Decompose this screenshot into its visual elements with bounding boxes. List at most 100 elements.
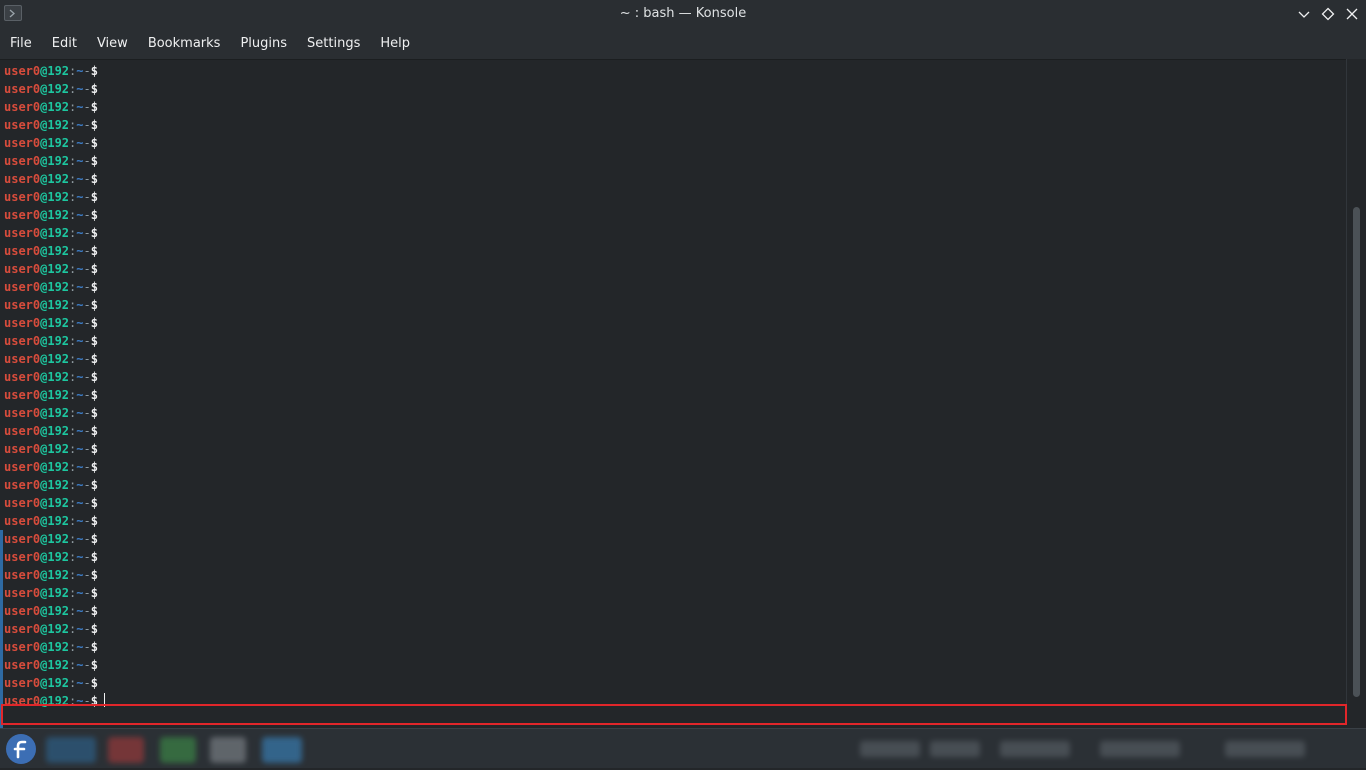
terminal-prompt-line: user0@192:~-$ xyxy=(4,134,105,152)
task-item[interactable] xyxy=(160,737,196,763)
terminal-prompt-line: user0@192:~-$ xyxy=(4,152,105,170)
prompt-separator: - xyxy=(83,460,91,474)
prompt-path: ~ xyxy=(76,424,84,438)
prompt-separator: - xyxy=(83,208,91,222)
scrollbar-thumb[interactable] xyxy=(1353,207,1360,697)
prompt-user: user0 xyxy=(4,622,41,636)
prompt-host: @192 xyxy=(40,100,70,114)
prompt-host: @192 xyxy=(40,154,70,168)
prompt-symbol: $ xyxy=(90,514,98,528)
prompt-host: @192 xyxy=(40,550,70,564)
prompt-user: user0 xyxy=(4,586,41,600)
prompt-separator: - xyxy=(83,658,91,672)
prompt-path: ~ xyxy=(76,334,84,348)
menu-help[interactable]: Help xyxy=(370,29,420,59)
prompt-symbol: $ xyxy=(90,496,98,510)
prompt-symbol: $ xyxy=(90,370,98,384)
terminal-scrollbar[interactable] xyxy=(1346,59,1366,704)
terminal-prompt-line: user0@192:~-$ xyxy=(4,278,105,296)
terminal-prompt-line: user0@192:~-$ xyxy=(4,584,105,602)
prompt-path: ~ xyxy=(76,316,84,330)
prompt-symbol: $ xyxy=(90,586,98,600)
terminal-prompt-line: user0@192:~-$ xyxy=(4,494,105,512)
prompt-user: user0 xyxy=(4,100,41,114)
prompt-user: user0 xyxy=(4,334,41,348)
terminal-prompt-line: user0@192:~-$ xyxy=(4,620,105,638)
prompt-path: ~ xyxy=(76,118,84,132)
prompt-user: user0 xyxy=(4,640,41,654)
menu-settings[interactable]: Settings xyxy=(297,29,370,59)
terminal-prompt-line: user0@192:~-$ xyxy=(4,530,105,548)
prompt-path: ~ xyxy=(76,532,84,546)
prompt-symbol: $ xyxy=(90,568,98,582)
prompt-symbol: $ xyxy=(90,478,98,492)
prompt-host: @192 xyxy=(40,640,70,654)
menu-plugins[interactable]: Plugins xyxy=(230,29,297,59)
fedora-logo-icon[interactable] xyxy=(4,732,38,766)
terminal-prompt-line: user0@192:~-$ xyxy=(4,386,105,404)
terminal-area[interactable]: user0@192:~-$ user0@192:~-$ user0@192:~-$ u… xyxy=(0,59,1366,768)
prompt-user: user0 xyxy=(4,298,41,312)
prompt-path: ~ xyxy=(76,442,84,456)
prompt-path: ~ xyxy=(76,676,84,690)
prompt-host: @192 xyxy=(40,334,70,348)
prompt-separator: - xyxy=(83,190,91,204)
prompt-path: ~ xyxy=(76,478,84,492)
tray-item[interactable] xyxy=(930,741,980,757)
close-button[interactable] xyxy=(1344,6,1360,22)
terminal-prompt-line: user0@192:~-$ xyxy=(4,242,105,260)
menu-edit[interactable]: Edit xyxy=(42,29,87,59)
task-item[interactable] xyxy=(46,737,96,763)
prompt-path: ~ xyxy=(76,388,84,402)
prompt-symbol: $ xyxy=(90,154,98,168)
prompt-symbol: $ xyxy=(90,118,98,132)
prompt-user: user0 xyxy=(4,190,41,204)
task-item[interactable] xyxy=(108,737,144,763)
prompt-user: user0 xyxy=(4,388,41,402)
menu-view[interactable]: View xyxy=(87,29,138,59)
prompt-path: ~ xyxy=(76,226,84,240)
prompt-symbol: $ xyxy=(90,550,98,564)
prompt-path: ~ xyxy=(76,496,84,510)
prompt-user: user0 xyxy=(4,370,41,384)
tray-item[interactable] xyxy=(1100,741,1180,757)
prompt-user: user0 xyxy=(4,478,41,492)
prompt-host: @192 xyxy=(40,64,70,78)
task-item[interactable] xyxy=(262,737,302,763)
prompt-user: user0 xyxy=(4,244,41,258)
prompt-host: @192 xyxy=(40,532,70,546)
prompt-host: @192 xyxy=(40,280,70,294)
prompt-symbol: $ xyxy=(90,460,98,474)
prompt-path: ~ xyxy=(76,190,84,204)
tray-item[interactable] xyxy=(860,741,920,757)
prompt-separator: - xyxy=(83,226,91,240)
task-item[interactable] xyxy=(210,737,246,763)
menu-bookmarks[interactable]: Bookmarks xyxy=(138,29,231,59)
prompt-host: @192 xyxy=(40,586,70,600)
prompt-path: ~ xyxy=(76,154,84,168)
prompt-host: @192 xyxy=(40,388,70,402)
prompt-separator: - xyxy=(83,640,91,654)
terminal-prompt-line: user0@192:~-$ xyxy=(4,188,105,206)
prompt-host: @192 xyxy=(40,622,70,636)
clock[interactable] xyxy=(1225,741,1305,757)
menu-file[interactable]: File xyxy=(0,29,42,59)
prompt-separator: - xyxy=(83,64,91,78)
prompt-path: ~ xyxy=(76,136,84,150)
prompt-symbol: $ xyxy=(90,190,98,204)
prompt-host: @192 xyxy=(40,568,70,582)
prompt-separator: - xyxy=(83,532,91,546)
prompt-path: ~ xyxy=(76,586,84,600)
prompt-path: ~ xyxy=(76,280,84,294)
prompt-host: @192 xyxy=(40,226,70,240)
prompt-host: @192 xyxy=(40,658,70,672)
maximize-button[interactable] xyxy=(1320,6,1336,22)
minimize-button[interactable] xyxy=(1296,6,1312,22)
prompt-separator: - xyxy=(83,280,91,294)
terminal-prompt-line: user0@192:~-$ xyxy=(4,404,105,422)
prompt-user: user0 xyxy=(4,280,41,294)
prompt-host: @192 xyxy=(40,82,70,96)
taskbar xyxy=(0,728,1366,768)
tray-item[interactable] xyxy=(1000,741,1070,757)
terminal-prompt-line: user0@192:~-$ xyxy=(4,512,105,530)
